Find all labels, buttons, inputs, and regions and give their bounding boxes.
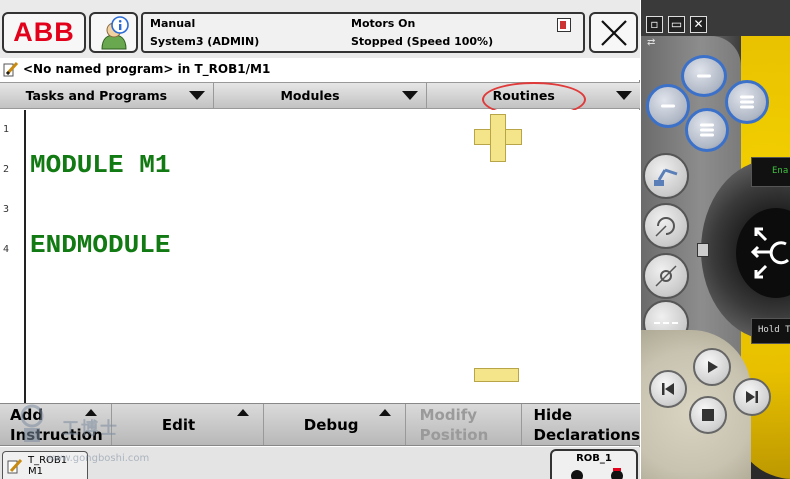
- info-user-icon: [100, 15, 129, 49]
- pencil-document-icon: [3, 61, 19, 77]
- minimize-window-button[interactable]: ▫: [646, 16, 663, 33]
- task-tab-line2: M1: [28, 466, 43, 477]
- programmable-key-4[interactable]: [685, 108, 729, 152]
- stop-button[interactable]: [689, 396, 727, 434]
- reorient-icon: [655, 217, 675, 237]
- zoom-in-button[interactable]: [474, 114, 522, 162]
- enable-label: Ena: [772, 166, 789, 176]
- menu-label: Modules: [280, 88, 340, 103]
- status-panel[interactable]: Manual System3 (ADMIN) Motors On Stopped…: [141, 12, 585, 53]
- abb-menu-button[interactable]: ABB: [2, 12, 86, 53]
- event-log-icon: [557, 18, 571, 32]
- edit-button[interactable]: Edit: [112, 404, 264, 445]
- program-title-bar: <No named program> in T_ROB1/M1: [0, 58, 640, 80]
- dashes-icon: [654, 322, 678, 324]
- programmable-key-2[interactable]: [646, 84, 690, 128]
- robot-mechanical-unit-icon: [571, 468, 623, 479]
- triangle-up-icon: [378, 409, 391, 416]
- joystick-center: [736, 208, 790, 298]
- taskbar: T_ROB1 M1: [0, 447, 640, 479]
- code-editor[interactable]: 1 2 3 4 MODULE M1 ENDMODULE: [0, 110, 640, 403]
- program-title: <No named program> in T_ROB1/M1: [23, 62, 271, 76]
- operating-mode: Manual: [150, 17, 196, 30]
- joystick-arrows-icon: [750, 227, 790, 279]
- key-bars-icon: [700, 122, 714, 139]
- motors-status: Motors On: [351, 17, 416, 30]
- start-button[interactable]: [693, 348, 731, 386]
- menu-label: Tasks and Programs: [25, 88, 168, 103]
- step-backward-icon: [662, 383, 674, 395]
- modify-position-label: Modify Position: [419, 405, 489, 444]
- pencil-document-icon: [7, 458, 23, 477]
- line-number: 4: [3, 244, 10, 255]
- hide-declarations-button[interactable]: Hide Declarations: [522, 404, 641, 445]
- triangle-down-icon: [402, 91, 419, 100]
- key-bars-icon: [740, 94, 754, 111]
- zoom-out-button[interactable]: [474, 368, 519, 382]
- bottom-command-bar: Add Instruction Edit Debug Modify Positi…: [0, 403, 640, 446]
- abb-logo: ABB: [13, 17, 75, 47]
- program-editor-task-tab[interactable]: T_ROB1 M1: [2, 451, 88, 479]
- robot-arm-icon: [654, 168, 678, 186]
- key-bars-icon: [661, 103, 675, 110]
- close-button[interactable]: [589, 12, 638, 53]
- triangle-up-icon: [236, 409, 249, 416]
- line-number: 2: [3, 164, 10, 175]
- step-forward-button[interactable]: [733, 378, 771, 416]
- usb-port-icon: [697, 243, 709, 257]
- rob-label: ROB_1: [576, 453, 612, 464]
- line-number: 1: [3, 124, 10, 135]
- restore-window-button[interactable]: ▭: [668, 16, 685, 33]
- toggle-increment-button[interactable]: [643, 253, 689, 299]
- code-line[interactable]: ENDMODULE: [30, 230, 170, 260]
- play-icon: [708, 361, 718, 373]
- info-user-button[interactable]: [89, 12, 138, 53]
- run-control-panel: [641, 330, 771, 479]
- resize-arrows-icon: ⇄: [647, 37, 656, 48]
- top-bar: ABB Manual System3 (ADMIN) Motors On Sto…: [0, 0, 640, 58]
- triangle-down-icon: [616, 91, 633, 100]
- axis-icon: [655, 265, 677, 287]
- pendant-window-bar: ▫ ▭ ✕ ⇄: [641, 0, 790, 48]
- enable-indicator: Ena: [751, 157, 790, 187]
- toggle-motion-mode-button[interactable]: [643, 203, 689, 249]
- triangle-up-icon: [84, 409, 97, 416]
- code-line[interactable]: MODULE M1: [30, 150, 170, 180]
- close-x-icon: [600, 19, 627, 46]
- hold-to-run-indicator: Hold T: [751, 318, 790, 344]
- debug-button[interactable]: Debug: [264, 404, 406, 445]
- step-backward-button[interactable]: [649, 370, 687, 408]
- quickset-rob-button[interactable]: ROB_1: [550, 449, 638, 479]
- triangle-down-icon: [188, 91, 205, 100]
- tasks-and-programs-menu[interactable]: Tasks and Programs: [0, 83, 214, 108]
- stop-icon: [702, 409, 714, 421]
- step-forward-icon: [746, 391, 758, 403]
- programmable-key-1[interactable]: [681, 55, 727, 97]
- pendant-hardware-panel: ▫ ▭ ✕ ⇄ Ena Hold T: [641, 0, 790, 479]
- debug-label: Debug: [303, 415, 359, 434]
- flexpendant-screen: ABB Manual System3 (ADMIN) Motors On Sto…: [0, 0, 640, 479]
- controller-state: Stopped (Speed 100%): [351, 35, 494, 48]
- add-instruction-button[interactable]: Add Instruction: [0, 404, 112, 445]
- line-number: 3: [3, 204, 10, 215]
- select-mechanical-unit-button[interactable]: [643, 153, 689, 199]
- close-window-button[interactable]: ✕: [690, 16, 707, 33]
- hold-label: Hold T: [758, 325, 790, 335]
- modify-position-button[interactable]: Modify Position: [406, 404, 522, 445]
- task-tab-line1: T_ROB1: [28, 455, 68, 466]
- programmable-key-3[interactable]: [725, 80, 769, 124]
- edit-label: Edit: [161, 415, 196, 434]
- line-number-gutter: 1 2 3 4: [0, 110, 26, 403]
- hide-declarations-label: Hide Declarations: [533, 405, 641, 444]
- key-bars-icon: [697, 73, 711, 80]
- system-name: System3 (ADMIN): [150, 35, 260, 48]
- modules-menu[interactable]: Modules: [213, 83, 428, 108]
